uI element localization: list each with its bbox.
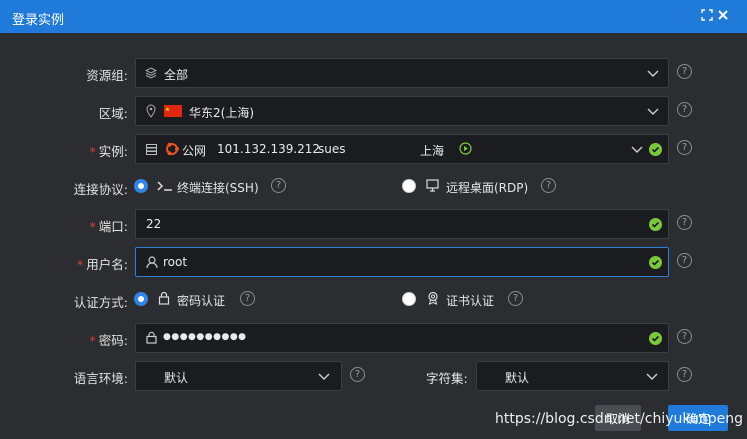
check-icon bbox=[649, 143, 662, 156]
auth-label: 认证方式: bbox=[73, 295, 128, 310]
protocol-ssh-label[interactable]: 终端连接(SSH) bbox=[177, 179, 259, 196]
username-label: * 用户名: bbox=[77, 257, 128, 272]
auth-password-label[interactable]: 密码认证 bbox=[177, 292, 225, 309]
remote-desktop-icon bbox=[426, 179, 439, 195]
password-input[interactable]: ●●●●●●●●●● bbox=[135, 323, 669, 353]
certificate-icon bbox=[427, 291, 439, 308]
region-value: 华东2(上海) bbox=[189, 106, 254, 120]
resource-group-select[interactable]: 全部 bbox=[135, 58, 669, 88]
password-help-icon[interactable]: ? bbox=[677, 329, 692, 344]
locale-select[interactable]: 默认 bbox=[135, 361, 342, 391]
protocol-rdp-radio[interactable] bbox=[402, 179, 416, 193]
chevron-down-icon[interactable] bbox=[317, 369, 331, 383]
layers-icon bbox=[144, 67, 158, 82]
china-flag-icon bbox=[164, 105, 182, 120]
check-icon bbox=[649, 218, 662, 231]
region-help-icon[interactable]: ? bbox=[677, 102, 692, 117]
instance-network: 公网 bbox=[182, 144, 207, 158]
charset-select[interactable]: 默认 bbox=[476, 361, 669, 391]
protocol-rdp-help-icon[interactable]: ? bbox=[541, 178, 556, 193]
running-status-icon bbox=[459, 142, 472, 158]
username-input[interactable]: root bbox=[135, 247, 669, 277]
port-value: 22 bbox=[146, 217, 162, 231]
region-label: 区域: bbox=[98, 106, 128, 121]
chevron-down-icon[interactable] bbox=[646, 66, 660, 80]
auth-cert-radio[interactable] bbox=[402, 292, 416, 306]
instance-select[interactable]: 公网 101.132.139.212 sues 上海 bbox=[135, 134, 669, 164]
terminal-icon bbox=[157, 180, 173, 195]
auth-cert-label[interactable]: 证书认证 bbox=[446, 292, 494, 309]
auth-password-radio[interactable] bbox=[134, 292, 148, 306]
username-value: root bbox=[163, 255, 188, 269]
locale-label: 语言环境: bbox=[73, 371, 128, 386]
auth-password-help-icon[interactable]: ? bbox=[240, 291, 255, 306]
instance-location: 上海 bbox=[420, 144, 445, 158]
username-help-icon[interactable]: ? bbox=[677, 253, 692, 268]
locale-help-icon[interactable]: ? bbox=[350, 367, 365, 382]
server-icon bbox=[146, 144, 157, 158]
location-pin-icon bbox=[146, 104, 156, 121]
user-icon bbox=[146, 256, 158, 272]
lock-icon bbox=[158, 291, 170, 308]
region-select[interactable]: 华东2(上海) bbox=[135, 96, 669, 126]
password-value: ●●●●●●●●●● bbox=[163, 332, 247, 342]
maximize-icon[interactable] bbox=[699, 7, 715, 23]
protocol-label: 连接协议: bbox=[73, 182, 128, 197]
auth-cert-help-icon[interactable]: ? bbox=[508, 291, 523, 306]
charset-label: 字符集: bbox=[426, 371, 468, 386]
charset-value: 默认 bbox=[505, 371, 530, 385]
locale-value: 默认 bbox=[164, 371, 189, 385]
instance-name: sues bbox=[318, 142, 346, 156]
resource-group-label: 资源组: bbox=[86, 68, 128, 83]
protocol-rdp-label[interactable]: 远程桌面(RDP) bbox=[446, 179, 528, 196]
password-label: * 密码: bbox=[89, 333, 128, 348]
chevron-down-icon[interactable] bbox=[645, 369, 659, 383]
check-icon bbox=[649, 256, 662, 269]
charset-help-icon[interactable]: ? bbox=[677, 367, 692, 382]
close-icon[interactable] bbox=[715, 7, 731, 23]
protocol-ssh-radio[interactable] bbox=[134, 179, 148, 193]
lock-icon bbox=[146, 331, 157, 347]
ubuntu-icon bbox=[164, 141, 180, 160]
watermark-text: https://blog.csdn.net/chiyukunpeng bbox=[495, 411, 744, 427]
chevron-down-icon[interactable] bbox=[646, 104, 660, 118]
resource-group-value: 全部 bbox=[164, 68, 189, 82]
resource-group-help-icon[interactable]: ? bbox=[677, 64, 692, 79]
instance-label: * 实例: bbox=[89, 144, 128, 159]
check-icon bbox=[649, 332, 662, 345]
instance-help-icon[interactable]: ? bbox=[677, 140, 692, 155]
chevron-down-icon[interactable] bbox=[630, 142, 644, 156]
port-input[interactable]: 22 bbox=[135, 209, 669, 239]
dialog-titlebar: 登录实例 bbox=[0, 0, 747, 33]
port-label: * 端口: bbox=[89, 219, 128, 234]
protocol-ssh-help-icon[interactable]: ? bbox=[271, 178, 286, 193]
port-help-icon[interactable]: ? bbox=[677, 215, 692, 230]
instance-ip: 101.132.139.212 bbox=[217, 142, 321, 156]
dialog-title: 登录实例 bbox=[12, 13, 65, 28]
